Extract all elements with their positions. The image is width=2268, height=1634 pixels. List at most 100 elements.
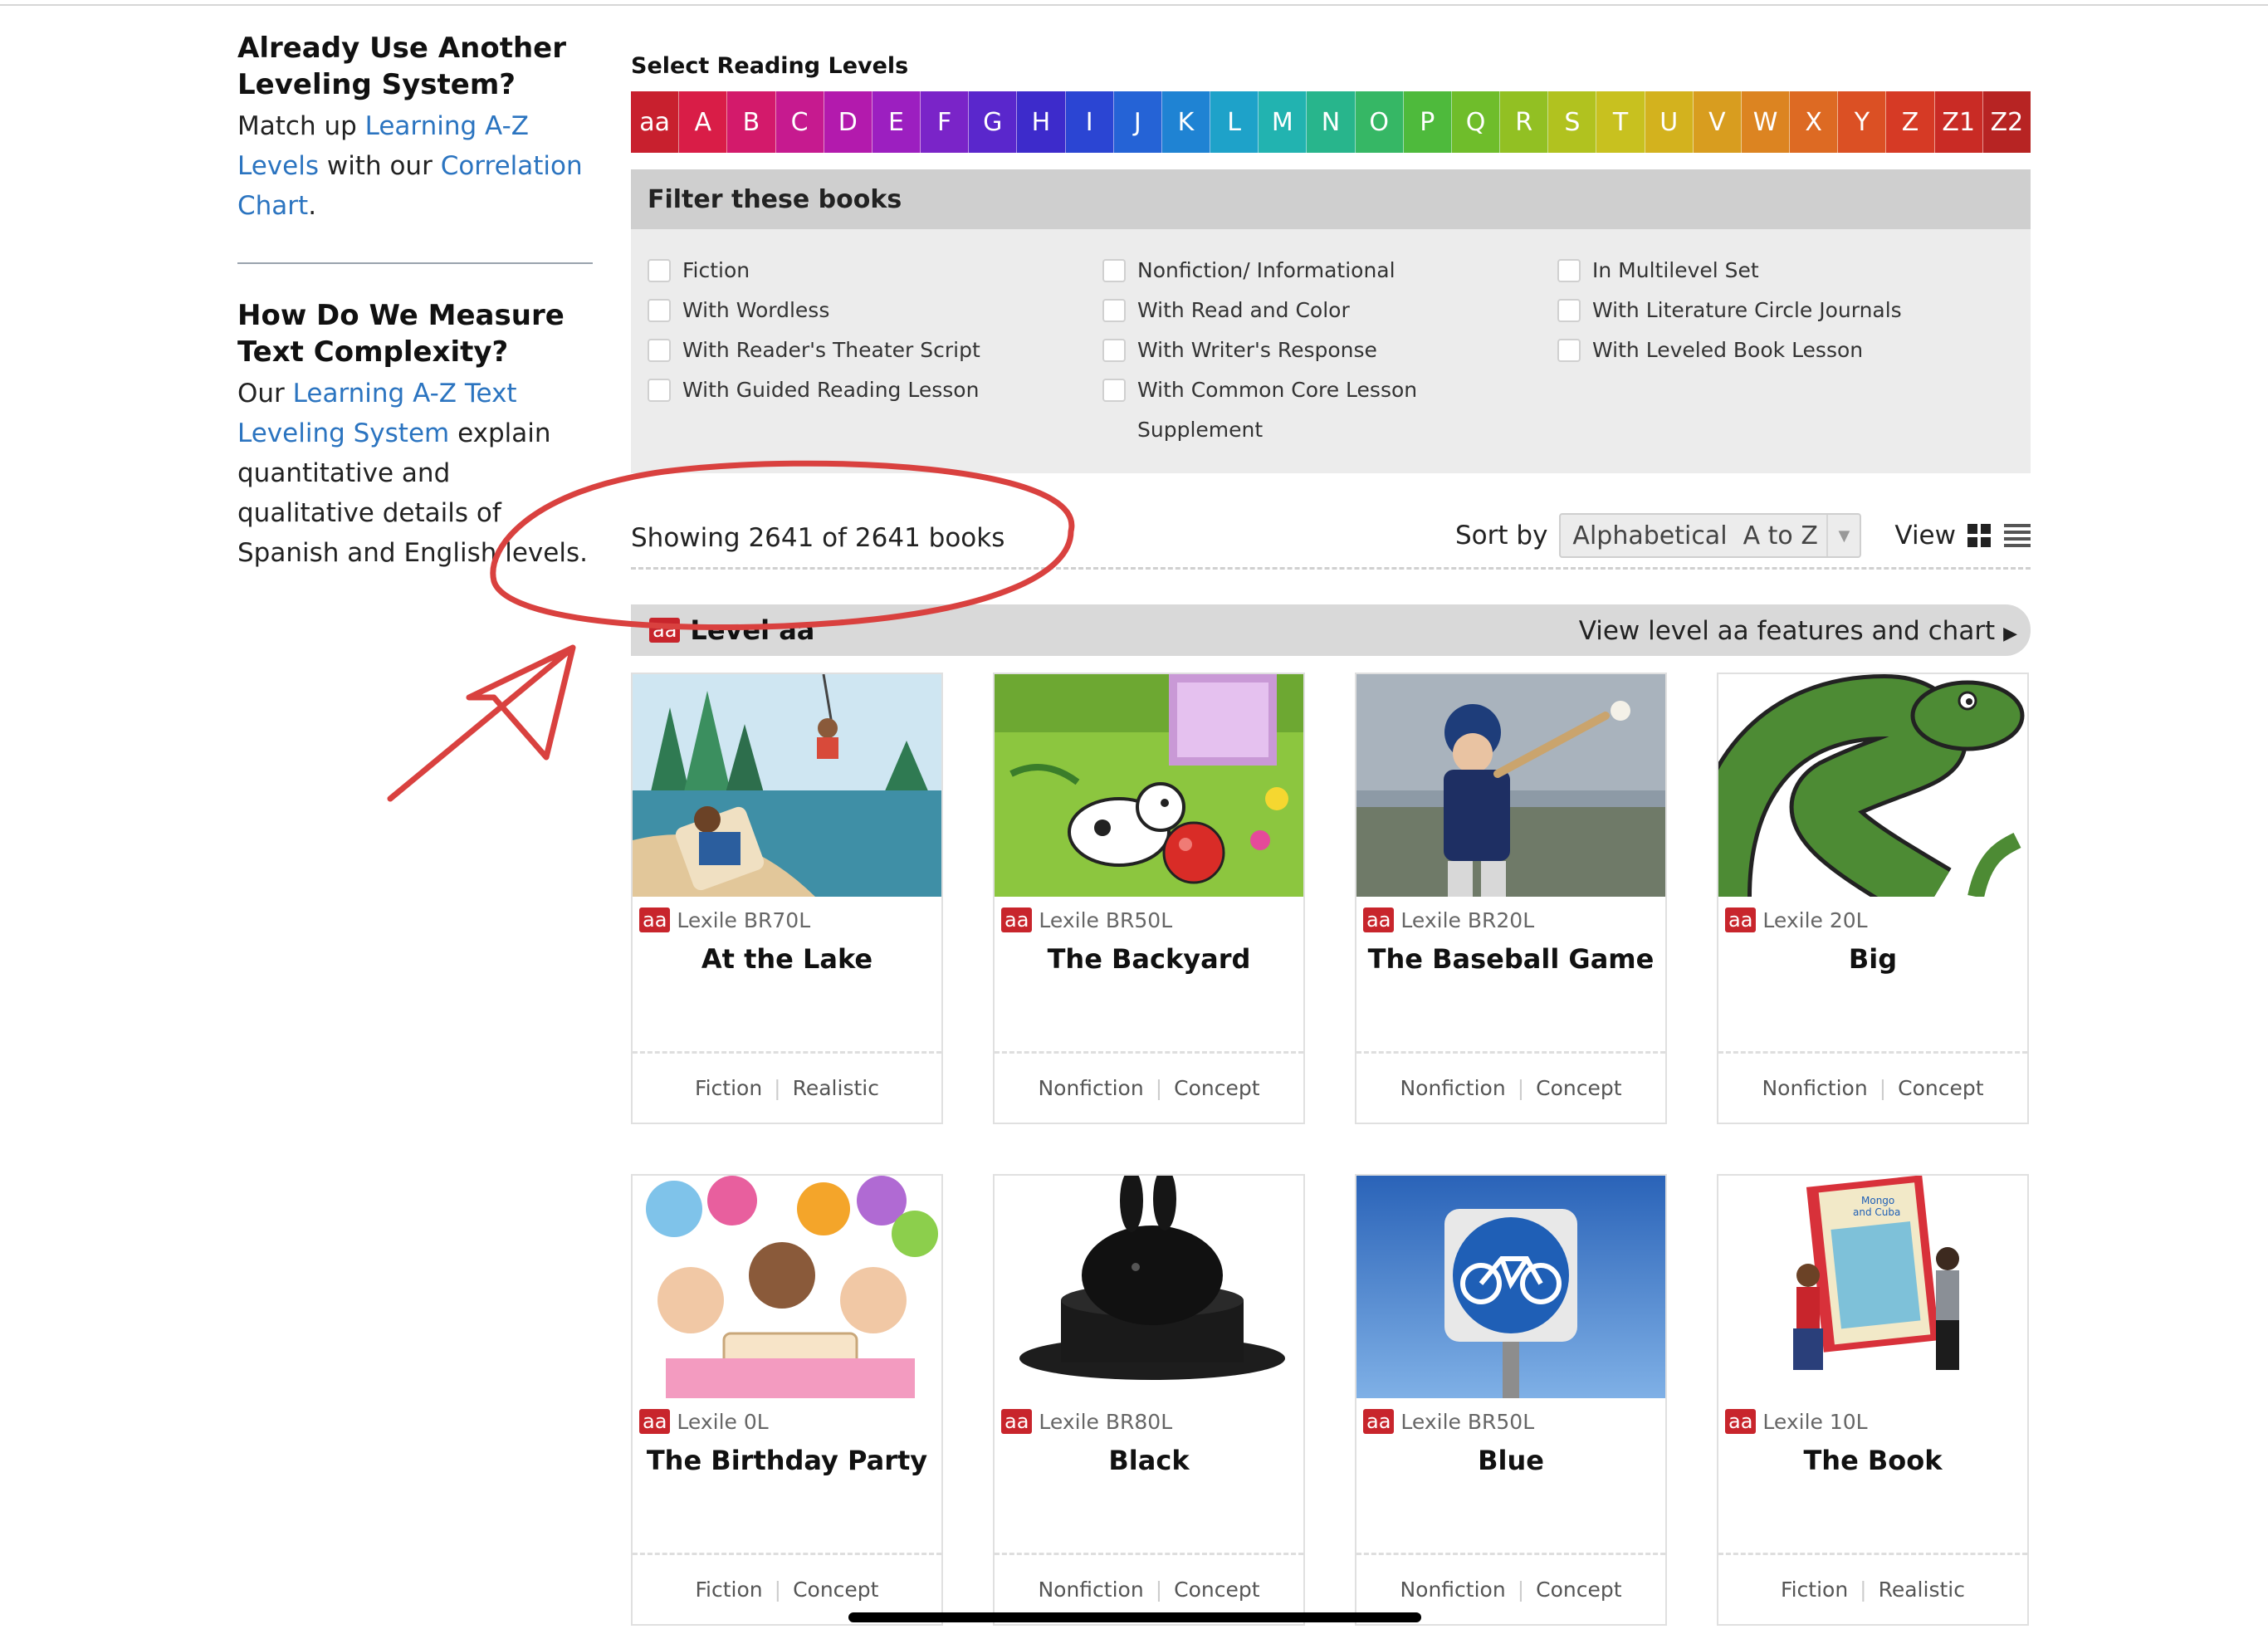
book-card[interactable]: aa Lexile 0L The Birthday Party Fiction | Con… bbox=[631, 1174, 943, 1626]
grid-view-icon[interactable] bbox=[1967, 524, 1991, 547]
filter-checkbox[interactable] bbox=[648, 299, 671, 322]
list-view-icon[interactable] bbox=[2004, 524, 2031, 547]
book-card[interactable]: aa Lexile BR50L The Backyard Nonfiction | Con… bbox=[993, 673, 1305, 1124]
level-chip-r[interactable]: R bbox=[1500, 91, 1549, 153]
filter-option[interactable]: In Multilevel Set bbox=[1557, 251, 2012, 291]
book-card[interactable]: aa Lexile BR50L Blue Nonfiction | Concept bbox=[1355, 1174, 1667, 1626]
level-chip-d[interactable]: D bbox=[824, 91, 872, 153]
level-chip-e[interactable]: E bbox=[872, 91, 921, 153]
sort-select-value: Alphabetical A to Z bbox=[1572, 521, 1818, 550]
filter-option-label: Nonfiction/ Informational bbox=[1137, 258, 1396, 282]
book-lexile-row: aa Lexile BR50L bbox=[995, 897, 1303, 935]
book-card[interactable]: aa Lexile BR80L Black Nonfiction | Concept bbox=[993, 1174, 1305, 1626]
filter-option[interactable]: With Leveled Book Lesson bbox=[1557, 330, 2012, 370]
filter-option[interactable]: Fiction bbox=[648, 251, 1102, 291]
filter-checkbox[interactable] bbox=[1557, 339, 1581, 362]
book-cover-image[interactable] bbox=[633, 1176, 941, 1398]
book-cover-image[interactable] bbox=[1356, 1176, 1665, 1398]
level-chip-q[interactable]: Q bbox=[1451, 91, 1501, 153]
level-chip-z[interactable]: Z bbox=[1886, 91, 1935, 153]
filter-option[interactable]: With Common Core Lesson Supplement bbox=[1102, 370, 1557, 450]
book-title[interactable]: Blue bbox=[1356, 1445, 1665, 1476]
level-chip-n[interactable]: N bbox=[1307, 91, 1356, 153]
filter-option[interactable]: With Literature Circle Journals bbox=[1557, 291, 2012, 330]
book-genre: Nonfiction bbox=[1762, 1076, 1868, 1100]
filter-option-label: With Wordless bbox=[682, 298, 830, 322]
level-chip-p[interactable]: P bbox=[1403, 91, 1452, 153]
tag-separator: | bbox=[1879, 1076, 1887, 1100]
filter-option[interactable]: With Guided Reading Lesson bbox=[648, 370, 1102, 410]
book-title[interactable]: Big bbox=[1718, 943, 2027, 975]
book-title[interactable]: At the Lake bbox=[633, 943, 941, 975]
level-chip-j[interactable]: J bbox=[1113, 91, 1162, 153]
home-indicator[interactable] bbox=[848, 1612, 1421, 1622]
level-chip-x[interactable]: X bbox=[1790, 91, 1839, 153]
book-cover-image[interactable] bbox=[995, 1176, 1303, 1398]
level-chip-u[interactable]: U bbox=[1645, 91, 1694, 153]
book-title[interactable]: The Backyard bbox=[995, 943, 1303, 975]
filter-option[interactable]: With Writer's Response bbox=[1102, 330, 1557, 370]
book-genre: Fiction bbox=[695, 1578, 763, 1602]
level-chip-g[interactable]: G bbox=[969, 91, 1018, 153]
book-cover-image[interactable] bbox=[1718, 674, 2027, 897]
level-chip-v[interactable]: V bbox=[1693, 91, 1742, 153]
book-title[interactable]: Black bbox=[995, 1445, 1303, 1476]
filter-checkbox[interactable] bbox=[1102, 379, 1126, 402]
cover-title-line-1: Mongo bbox=[1861, 1195, 1894, 1206]
filter-checkbox[interactable] bbox=[1557, 299, 1581, 322]
level-chip-z1[interactable]: Z1 bbox=[1934, 91, 1983, 153]
level-chip-z2[interactable]: Z2 bbox=[1982, 91, 2031, 153]
book-card[interactable]: aa Lexile 20L Big Nonfiction | Concept bbox=[1717, 673, 2029, 1124]
level-section-title: Level aa bbox=[690, 614, 815, 646]
level-chip-c[interactable]: C bbox=[775, 91, 824, 153]
level-features-link[interactable]: View level aa features and chart ▶ bbox=[1579, 616, 2017, 646]
book-cover-image[interactable]: Mongo and Cuba bbox=[1718, 1176, 2027, 1398]
level-chip-a[interactable]: A bbox=[679, 91, 728, 153]
filter-checkbox[interactable] bbox=[648, 339, 671, 362]
filter-checkbox[interactable] bbox=[1102, 339, 1126, 362]
level-chip-o[interactable]: O bbox=[1355, 91, 1404, 153]
book-genre: Nonfiction bbox=[1400, 1578, 1506, 1602]
book-title[interactable]: The Birthday Party bbox=[633, 1445, 941, 1476]
book-card[interactable]: Mongo and Cuba aa Lexile 10L The Book Fiction… bbox=[1717, 1174, 2029, 1626]
book-lexile-row: aa Lexile 0L bbox=[633, 1398, 941, 1436]
filter-panel: Filter these books Fiction With Wordless W… bbox=[631, 169, 2031, 473]
book-lexile: Lexile BR20L bbox=[1400, 908, 1535, 932]
filter-option[interactable]: Nonfiction/ Informational bbox=[1102, 251, 1557, 291]
filter-checkbox[interactable] bbox=[1557, 259, 1581, 282]
tag-separator: | bbox=[1517, 1076, 1525, 1100]
filter-checkbox[interactable] bbox=[1102, 259, 1126, 282]
book-level-badge: aa bbox=[639, 908, 671, 932]
level-chip-h[interactable]: H bbox=[1017, 91, 1066, 153]
book-cover-image[interactable] bbox=[995, 674, 1303, 897]
level-chip-y[interactable]: Y bbox=[1838, 91, 1887, 153]
level-chip-l[interactable]: L bbox=[1210, 91, 1259, 153]
annotation-arrow bbox=[387, 644, 576, 802]
book-cover-image[interactable] bbox=[633, 674, 941, 897]
book-card[interactable]: aa Lexile BR70L At the Lake Fiction | Realist… bbox=[631, 673, 943, 1124]
book-cover-image[interactable] bbox=[1356, 674, 1665, 897]
book-level-badge: aa bbox=[1001, 1409, 1033, 1434]
level-chip-k[interactable]: K bbox=[1161, 91, 1211, 153]
level-chip-m[interactable]: M bbox=[1259, 91, 1308, 153]
level-chip-w[interactable]: W bbox=[1741, 91, 1791, 153]
book-subgenre: Realistic bbox=[792, 1076, 879, 1100]
level-chip-s[interactable]: S bbox=[1548, 91, 1597, 153]
level-chip-f[interactable]: F bbox=[921, 91, 970, 153]
chevron-down-icon: ▼ bbox=[1826, 515, 1860, 556]
level-chip-t[interactable]: T bbox=[1596, 91, 1645, 153]
filter-option[interactable]: With Wordless bbox=[648, 291, 1102, 330]
filter-checkbox[interactable] bbox=[648, 379, 671, 402]
level-chip-i[interactable]: I bbox=[1065, 91, 1114, 153]
filter-option[interactable]: With Reader's Theater Script bbox=[648, 330, 1102, 370]
sort-select[interactable]: Alphabetical A to Z ▼ bbox=[1559, 513, 1862, 558]
filter-checkbox[interactable] bbox=[648, 259, 671, 282]
book-title[interactable]: The Book bbox=[1718, 1445, 2027, 1476]
filter-option[interactable]: With Read and Color bbox=[1102, 291, 1557, 330]
level-chip-aa[interactable]: aa bbox=[631, 91, 680, 153]
level-chip-b[interactable]: B bbox=[727, 91, 776, 153]
book-card[interactable]: aa Lexile BR20L The Baseball Game Nonfictio… bbox=[1355, 673, 1667, 1124]
book-level-badge: aa bbox=[1725, 908, 1757, 932]
filter-checkbox[interactable] bbox=[1102, 299, 1126, 322]
book-title[interactable]: The Baseball Game bbox=[1356, 943, 1665, 975]
